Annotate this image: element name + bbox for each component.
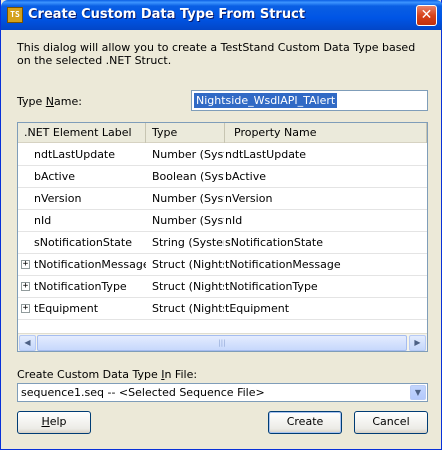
column-header-type[interactable]: Type [146, 123, 225, 143]
help-button[interactable]: Help [17, 411, 91, 434]
file-select[interactable]: sequence1.seq -- <Selected Sequence File… [17, 383, 428, 402]
dialog-description: This dialog will allow you to create a T… [17, 41, 416, 67]
cell-type: Number (System [152, 192, 224, 205]
cell-property-name[interactable]: nVersion [225, 188, 425, 210]
cell-property-name[interactable]: ndtLastUpdate [225, 144, 425, 166]
close-button[interactable]: ✕ [416, 5, 437, 26]
scroll-left-icon[interactable]: ◀ [19, 335, 36, 351]
cell-element-label: bActive [34, 170, 76, 183]
table-row[interactable]: nVersionNumber (SystemnVersion [18, 188, 427, 210]
cell-type: Number (System [152, 214, 224, 227]
horizontal-scrollbar[interactable]: ◀ ||| ▶ [18, 333, 427, 351]
cell-property-name[interactable]: bActive [225, 166, 425, 188]
dialog-window: TS Create Custom Data Type From Struct ✕… [0, 0, 442, 450]
table-row[interactable]: +tEquipmentStruct (NightsictEquipment [18, 298, 427, 320]
cell-property-name[interactable]: tEquipment [225, 298, 425, 320]
expand-plus-icon[interactable]: + [21, 260, 30, 269]
type-name-label: Type Name: [17, 95, 82, 108]
file-select-value: sequence1.seq -- <Selected Sequence File… [21, 386, 265, 399]
struct-elements-grid[interactable]: .NET Element Label Type Property Name nd… [17, 122, 428, 352]
title-bar[interactable]: TS Create Custom Data Type From Struct ✕ [1, 0, 442, 30]
create-button[interactable]: Create [268, 411, 342, 434]
teststand-app-icon: TS [7, 7, 23, 23]
expand-plus-icon[interactable]: + [21, 282, 30, 291]
column-header-property-name[interactable]: Property Name [225, 123, 427, 143]
cell-type: Struct (Nightsic [152, 280, 224, 293]
cell-type: Struct (Nightsic [152, 258, 224, 271]
scrollbar-thumb[interactable]: ||| [37, 335, 407, 351]
window-title: Create Custom Data Type From Struct [28, 7, 305, 22]
cell-element-label: ndtLastUpdate [34, 148, 116, 161]
cell-element-label: tNotificationMessage [34, 258, 146, 271]
table-row[interactable]: +tNotificationTypeStruct (NightsictNotif… [18, 276, 427, 298]
cell-element-label: tNotificationType [34, 280, 127, 293]
expand-plus-icon[interactable]: + [21, 304, 30, 313]
cell-type: String (System. [152, 236, 224, 249]
table-row[interactable]: ndtLastUpdateNumber (SystemndtLastUpdate [18, 144, 427, 166]
table-row[interactable]: sNotificationStateString (System.sNotifi… [18, 232, 427, 254]
cell-property-name[interactable]: sNotificationState [225, 232, 425, 254]
file-label: Create Custom Data Type In File: [17, 368, 198, 381]
cell-element-label: nId [34, 214, 52, 227]
grid-header: .NET Element Label Type Property Name [18, 123, 427, 143]
cell-type: Boolean (Syste [152, 170, 224, 183]
cell-property-name[interactable]: nId [225, 210, 425, 232]
cell-element-label: sNotificationState [34, 236, 132, 249]
column-header-net-element-label[interactable]: .NET Element Label [18, 123, 146, 143]
table-row[interactable]: nIdNumber (SystemnId [18, 210, 427, 232]
type-name-value: Nightside_WsdlAPI_TAlert [194, 93, 338, 108]
cell-property-name[interactable]: tNotificationType [225, 276, 425, 298]
cell-type: Number (System [152, 148, 224, 161]
chevron-down-icon[interactable]: ▼ [410, 385, 426, 400]
table-row[interactable]: +tNotificationMessageStruct (NightsictNo… [18, 254, 427, 276]
cell-element-label: nVersion [34, 192, 82, 205]
type-name-input[interactable]: Nightside_WsdlAPI_TAlert [191, 90, 428, 111]
cell-type: Struct (Nightsic [152, 302, 224, 315]
cancel-button[interactable]: Cancel [354, 411, 428, 434]
cell-property-name[interactable]: tNotificationMessage [225, 254, 425, 276]
table-row[interactable]: bActiveBoolean (SystebActive [18, 166, 427, 188]
scroll-right-icon[interactable]: ▶ [409, 335, 426, 351]
cell-element-label: tEquipment [34, 302, 99, 315]
